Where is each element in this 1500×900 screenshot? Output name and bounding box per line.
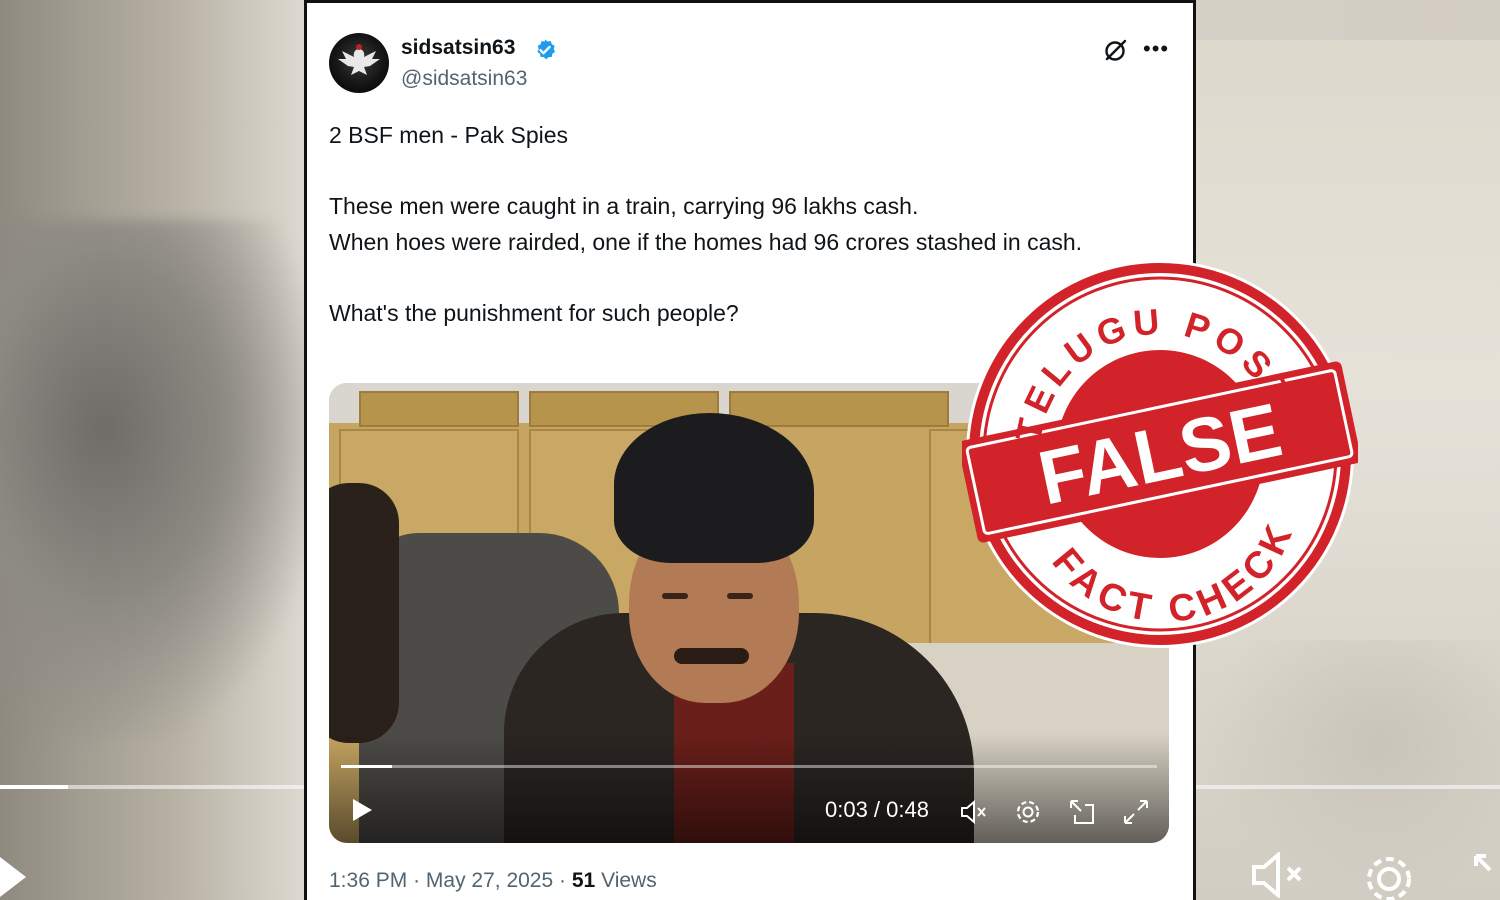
background-fullscreen-icon [1474, 854, 1492, 872]
separator: · [413, 869, 421, 892]
background-settings-icon [1367, 857, 1411, 900]
separator: · [559, 869, 567, 892]
tweet-text-line: These men were caught in a train, carryi… [329, 193, 919, 219]
tweet-time: 1:36 PM [329, 869, 408, 892]
more-options-icon[interactable]: ••• [1143, 36, 1169, 62]
video-progress-fill [341, 765, 393, 768]
background-play-icon [0, 857, 26, 897]
settings-icon[interactable] [1013, 797, 1043, 827]
tweet-text-line: When hoes were rairded, one if the homes… [329, 229, 1083, 255]
play-button[interactable] [347, 795, 377, 825]
background-progress-fill [0, 785, 68, 789]
mute-icon[interactable] [959, 797, 989, 827]
avatar[interactable] [329, 33, 389, 93]
pip-icon[interactable] [1067, 797, 1097, 827]
views-count: 51 [571, 869, 596, 892]
fact-check-stamp: FALSE TELUGU POST FACT CHECK [962, 260, 1358, 648]
author-handle[interactable]: @sidsatsin63 [401, 67, 527, 91]
verified-badge-icon [537, 39, 555, 60]
video-progress-bar[interactable] [341, 765, 1157, 768]
background-floor [1200, 640, 1500, 900]
tweet-text-line: 2 BSF men - Pak Spies [329, 122, 569, 148]
play-icon [353, 799, 372, 821]
fullscreen-icon[interactable] [1121, 797, 1151, 827]
background-figure [0, 220, 320, 740]
video-time: 0:03 / 0:48 [825, 797, 929, 822]
eagle-emblem-icon [338, 44, 380, 75]
tweet-timestamp[interactable]: 1:36 PM · May 27, 2025 · 51 Views [329, 869, 657, 893]
grok-icon[interactable] [1103, 37, 1129, 63]
tweet-date: May 27, 2025 [425, 869, 554, 892]
views-label: Views [601, 869, 657, 892]
background-mute-icon [1252, 852, 1302, 898]
author-name[interactable]: sidsatsin63 [401, 36, 515, 60]
